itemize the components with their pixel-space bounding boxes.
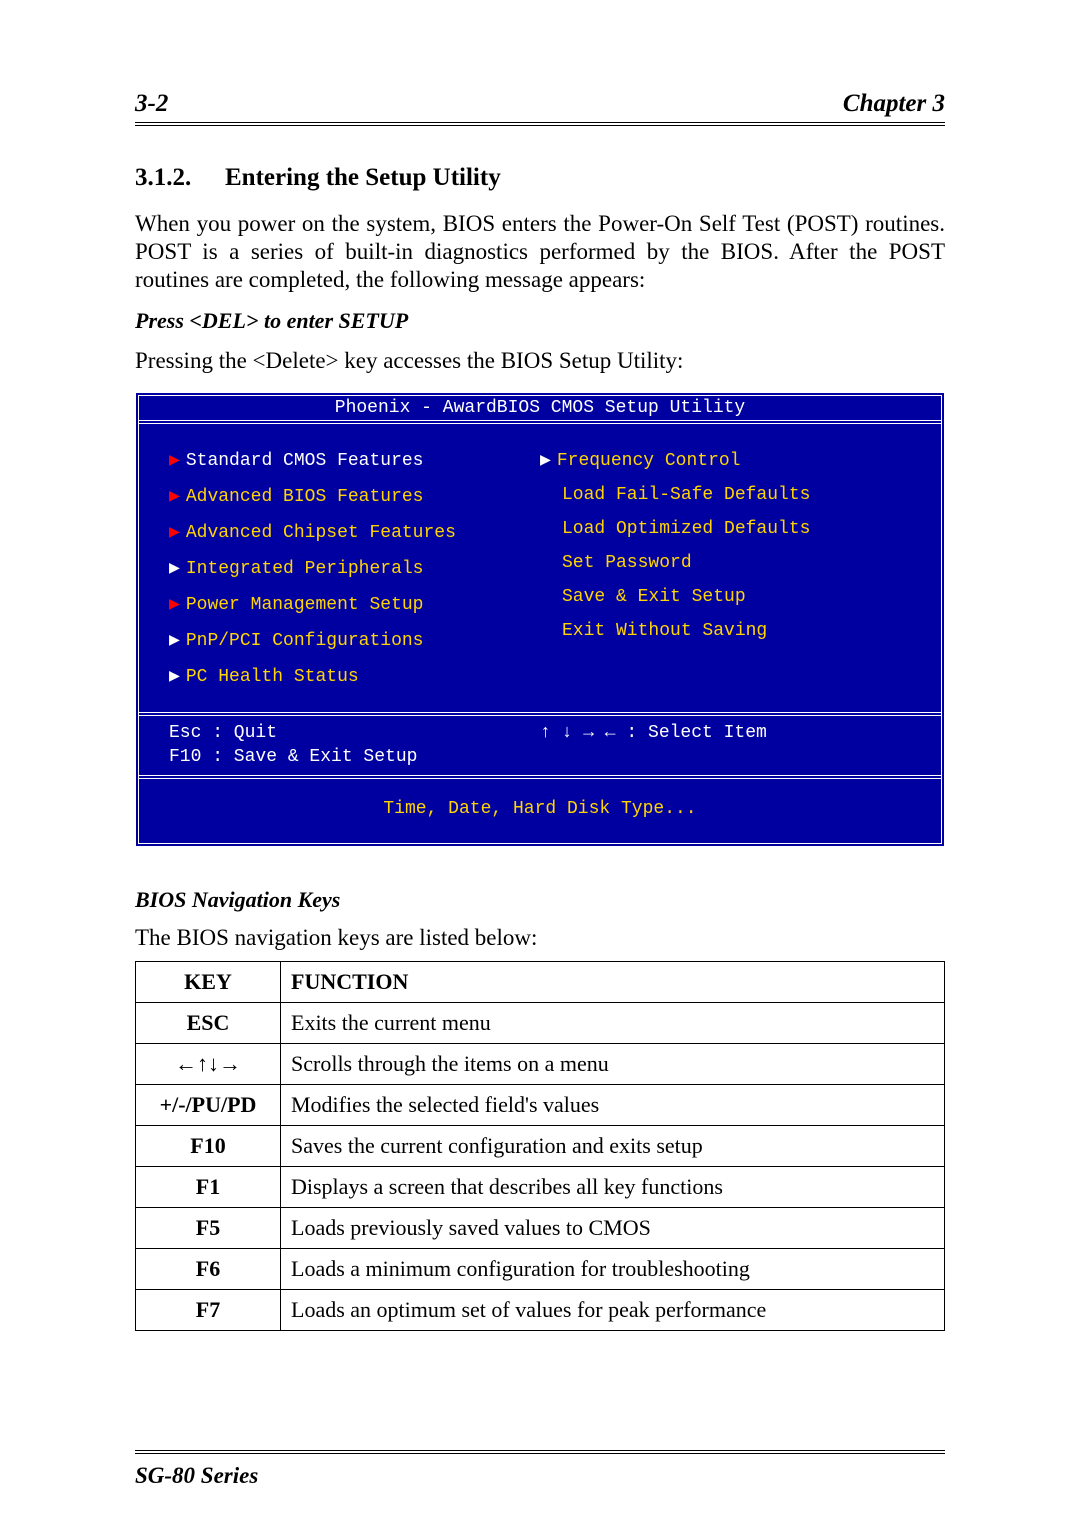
arrow-right-icon: ▶ xyxy=(169,523,180,543)
th-key: KEY xyxy=(136,961,281,1002)
key-cell: ←↑↓→ xyxy=(136,1043,281,1084)
arrow-right-icon: ▶ xyxy=(169,595,180,615)
bios-menu: ▶ Standard CMOS Features ▶ Advanced BIOS Fe… xyxy=(139,424,941,712)
bios-right-column: ▶ Frequency Control Load Fail-Safe Default… xyxy=(540,442,911,694)
key-cell: ESC xyxy=(136,1002,281,1043)
bios-keybar-left: Esc : Quit F10 : Save & Exit Setup xyxy=(169,722,540,769)
bios-menu-item-label: Standard CMOS Features xyxy=(186,451,424,471)
bios-menu-item[interactable]: ▶ Power Management Setup xyxy=(169,586,540,622)
arrow-right-icon: ▶ xyxy=(540,451,551,471)
bios-keybar: Esc : Quit F10 : Save & Exit Setup ↑ ↓ →… xyxy=(139,712,941,775)
section-number: 3.1.2. xyxy=(135,164,225,192)
table-row: +/-/PU/PDModifies the selected field's v… xyxy=(136,1084,945,1125)
function-cell: Modifies the selected field's values xyxy=(281,1084,945,1125)
press-del-line: Press <DEL> to enter SETUP xyxy=(135,308,945,334)
footer-series: SG-80 Series xyxy=(135,1463,258,1489)
function-cell: Saves the current configuration and exit… xyxy=(281,1125,945,1166)
bios-menu-item-label: Load Fail-Safe Defaults xyxy=(562,485,810,505)
bios-menu-item[interactable]: Save & Exit Setup xyxy=(540,580,911,614)
function-cell: Scrolls through the items on a menu xyxy=(281,1043,945,1084)
function-cell: Loads an optimum set of values for peak … xyxy=(281,1289,945,1330)
table-row: F5Loads previously saved values to CMOS xyxy=(136,1207,945,1248)
nav-keys-table: KEY FUNCTION ESCExits the current menu←↑… xyxy=(135,961,945,1331)
chapter-label: Chapter 3 xyxy=(843,90,945,118)
bios-title: Phoenix - AwardBIOS CMOS Setup Utility xyxy=(139,396,941,424)
bios-menu-item[interactable]: ▶ PnP/PCI Configurations xyxy=(169,622,540,658)
access-line: Pressing the <Delete> key accesses the B… xyxy=(135,348,945,374)
table-row: F10Saves the current configuration and e… xyxy=(136,1125,945,1166)
bios-menu-item-label: Load Optimized Defaults xyxy=(562,519,810,539)
table-row: F1Displays a screen that describes all k… xyxy=(136,1166,945,1207)
bios-screenshot: Phoenix - AwardBIOS CMOS Setup Utility ▶… xyxy=(135,392,945,847)
bios-menu-item-label: Power Management Setup xyxy=(186,595,424,615)
arrow-right-icon: ▶ xyxy=(169,667,180,687)
bios-esc-hint: Esc : Quit xyxy=(169,722,540,745)
function-cell: Loads previously saved values to CMOS xyxy=(281,1207,945,1248)
bios-menu-item[interactable]: Load Fail-Safe Defaults xyxy=(540,478,911,512)
arrow-right-icon: ▶ xyxy=(169,487,180,507)
arrow-right-icon: ▶ xyxy=(169,451,180,471)
table-row: ←↑↓→Scrolls through the items on a menu xyxy=(136,1043,945,1084)
table-row: F6Loads a minimum configuration for trou… xyxy=(136,1248,945,1289)
footer-divider xyxy=(135,1450,945,1454)
key-cell: F7 xyxy=(136,1289,281,1330)
nav-keys-heading: BIOS Navigation Keys xyxy=(135,887,945,913)
header-divider xyxy=(135,122,945,126)
function-cell: Loads a minimum configuration for troubl… xyxy=(281,1248,945,1289)
bios-menu-item[interactable]: Set Password xyxy=(540,546,911,580)
page-header: 3-2 Chapter 3 xyxy=(135,90,945,118)
bios-menu-item[interactable]: ▶ Advanced Chipset Features xyxy=(169,514,540,550)
bios-menu-item-label: Set Password xyxy=(562,553,692,573)
key-cell: F1 xyxy=(136,1166,281,1207)
bios-helpbar: Time, Date, Hard Disk Type... xyxy=(139,775,941,843)
bios-menu-item[interactable]: ▶ Integrated Peripherals xyxy=(169,550,540,586)
th-function: FUNCTION xyxy=(281,961,945,1002)
function-cell: Displays a screen that describes all key… xyxy=(281,1166,945,1207)
bios-menu-item[interactable]: Load Optimized Defaults xyxy=(540,512,911,546)
bios-menu-item[interactable]: ▶ Advanced BIOS Features xyxy=(169,478,540,514)
bios-left-column: ▶ Standard CMOS Features ▶ Advanced BIOS Fe… xyxy=(169,442,540,694)
bios-menu-item-label: Exit Without Saving xyxy=(562,621,767,641)
bios-menu-item[interactable]: ▶ PC Health Status xyxy=(169,658,540,694)
nav-keys-intro: The BIOS navigation keys are listed belo… xyxy=(135,925,945,951)
arrow-right-icon: ▶ xyxy=(169,631,180,651)
key-cell: F5 xyxy=(136,1207,281,1248)
bios-keybar-right: ↑ ↓ → ← : Select Item xyxy=(540,722,911,769)
page: 3-2 Chapter 3 3.1.2. Entering the Setup … xyxy=(0,0,1080,1331)
bios-menu-item-label: PC Health Status xyxy=(186,667,359,687)
bios-menu-item[interactable]: Exit Without Saving xyxy=(540,614,911,648)
bios-menu-item-label: Integrated Peripherals xyxy=(186,559,424,579)
bios-menu-item-label: Frequency Control xyxy=(557,451,741,471)
page-number: 3-2 xyxy=(135,90,168,118)
intro-paragraph: When you power on the system, BIOS enter… xyxy=(135,210,945,294)
arrow-right-icon: ▶ xyxy=(169,559,180,579)
key-cell: F6 xyxy=(136,1248,281,1289)
bios-menu-item-label: Save & Exit Setup xyxy=(562,587,746,607)
table-row: F7Loads an optimum set of values for pea… xyxy=(136,1289,945,1330)
bios-menu-item[interactable]: ▶ Standard CMOS Features xyxy=(169,442,540,478)
function-cell: Exits the current menu xyxy=(281,1002,945,1043)
bios-f10-hint: F10 : Save & Exit Setup xyxy=(169,746,540,769)
section-title: Entering the Setup Utility xyxy=(225,164,501,192)
bios-menu-item-label: Advanced BIOS Features xyxy=(186,487,424,507)
key-cell: F10 xyxy=(136,1125,281,1166)
table-row: ESCExits the current menu xyxy=(136,1002,945,1043)
bios-menu-item-label: PnP/PCI Configurations xyxy=(186,631,424,651)
bios-menu-item-label: Advanced Chipset Features xyxy=(186,523,456,543)
table-header-row: KEY FUNCTION xyxy=(136,961,945,1002)
section-heading: 3.1.2. Entering the Setup Utility xyxy=(135,164,945,192)
key-cell: +/-/PU/PD xyxy=(136,1084,281,1125)
bios-menu-item[interactable]: ▶ Frequency Control xyxy=(540,442,911,478)
